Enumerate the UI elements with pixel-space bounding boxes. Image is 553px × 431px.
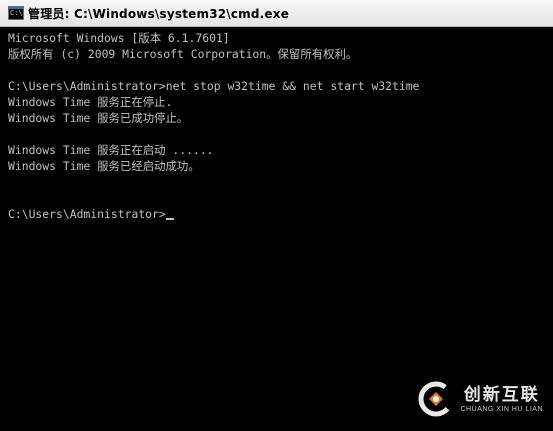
console-output[interactable]: Microsoft Windows [版本 6.1.7601] 版权所有 (c)… bbox=[0, 27, 553, 431]
brand-name-cn: 创新互联 bbox=[463, 384, 540, 405]
console-line-copyright: 版权所有 (c) 2009 Microsoft Corporation。保留所有… bbox=[8, 47, 358, 61]
swirl-logo-icon bbox=[418, 381, 454, 417]
console-prompt-line[interactable]: C:\Users\Administrator> bbox=[8, 206, 548, 222]
console-prompt: C:\Users\Administrator> bbox=[8, 207, 166, 221]
console-line-version: Microsoft Windows [版本 6.1.7601] bbox=[8, 31, 230, 45]
cmd-window: C:\ 管理员: C:\Windows\system32\cmd.exe Mic… bbox=[0, 0, 553, 431]
text-cursor bbox=[165, 218, 174, 220]
watermark: 创新互联 CHUANG XIN HU LIAN bbox=[418, 381, 543, 417]
console-line-stopped: Windows Time 服务已成功停止。 bbox=[8, 111, 189, 125]
console-line-stopping: Windows Time 服务正在停止. bbox=[8, 95, 173, 109]
watermark-text: 创新互联 CHUANG XIN HU LIAN bbox=[460, 385, 543, 414]
console-line-starting: Windows Time 服务正在启动 ...... bbox=[8, 143, 214, 157]
window-title: 管理员: C:\Windows\system32\cmd.exe bbox=[28, 6, 290, 21]
console-line-command: C:\Users\Administrator>net stop w32time … bbox=[8, 79, 420, 93]
console-lines: Microsoft Windows [版本 6.1.7601] 版权所有 (c)… bbox=[8, 30, 548, 222]
cmd-icon[interactable]: C:\ bbox=[8, 6, 24, 20]
brand-name-en: CHUANG XIN HU LIAN bbox=[460, 405, 543, 413]
console-line-started: Windows Time 服务已经启动成功。 bbox=[8, 159, 200, 173]
title-bar[interactable]: C:\ 管理员: C:\Windows\system32\cmd.exe bbox=[0, 0, 553, 27]
